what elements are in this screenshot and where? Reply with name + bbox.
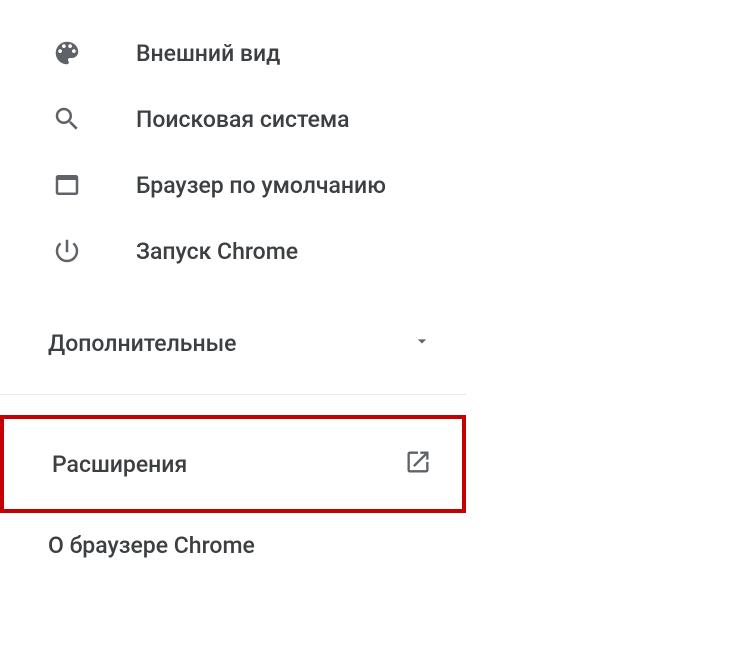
sidebar-item-extensions[interactable]: Расширения [0,415,466,513]
sidebar-item-search[interactable]: Поисковая система [0,86,733,152]
settings-sidebar: Внешний вид Поисковая система Браузер по… [0,0,733,573]
sidebar-item-label: Поисковая система [136,106,350,133]
sidebar-item-appearance[interactable]: Внешний вид [0,20,733,86]
sidebar-item-about[interactable]: О браузере Chrome [0,517,733,573]
search-icon [52,104,136,134]
sidebar-item-label: Браузер по умолчанию [136,172,386,199]
power-icon [52,236,136,266]
sidebar-item-label: Расширения [52,451,187,478]
sidebar-item-label: О браузере Chrome [48,532,255,559]
sidebar-item-label: Запуск Chrome [136,238,298,265]
open-in-new-icon [404,448,432,480]
chevron-down-icon [412,331,432,355]
sidebar-item-label: Внешний вид [136,40,280,67]
sidebar-item-default-browser[interactable]: Браузер по умолчанию [0,152,733,218]
palette-icon [52,38,136,68]
sidebar-section-advanced[interactable]: Дополнительные [0,310,466,376]
web-icon [52,170,136,200]
sidebar-item-on-startup[interactable]: Запуск Chrome [0,218,733,284]
divider [0,394,466,395]
sidebar-section-label: Дополнительные [48,330,236,357]
